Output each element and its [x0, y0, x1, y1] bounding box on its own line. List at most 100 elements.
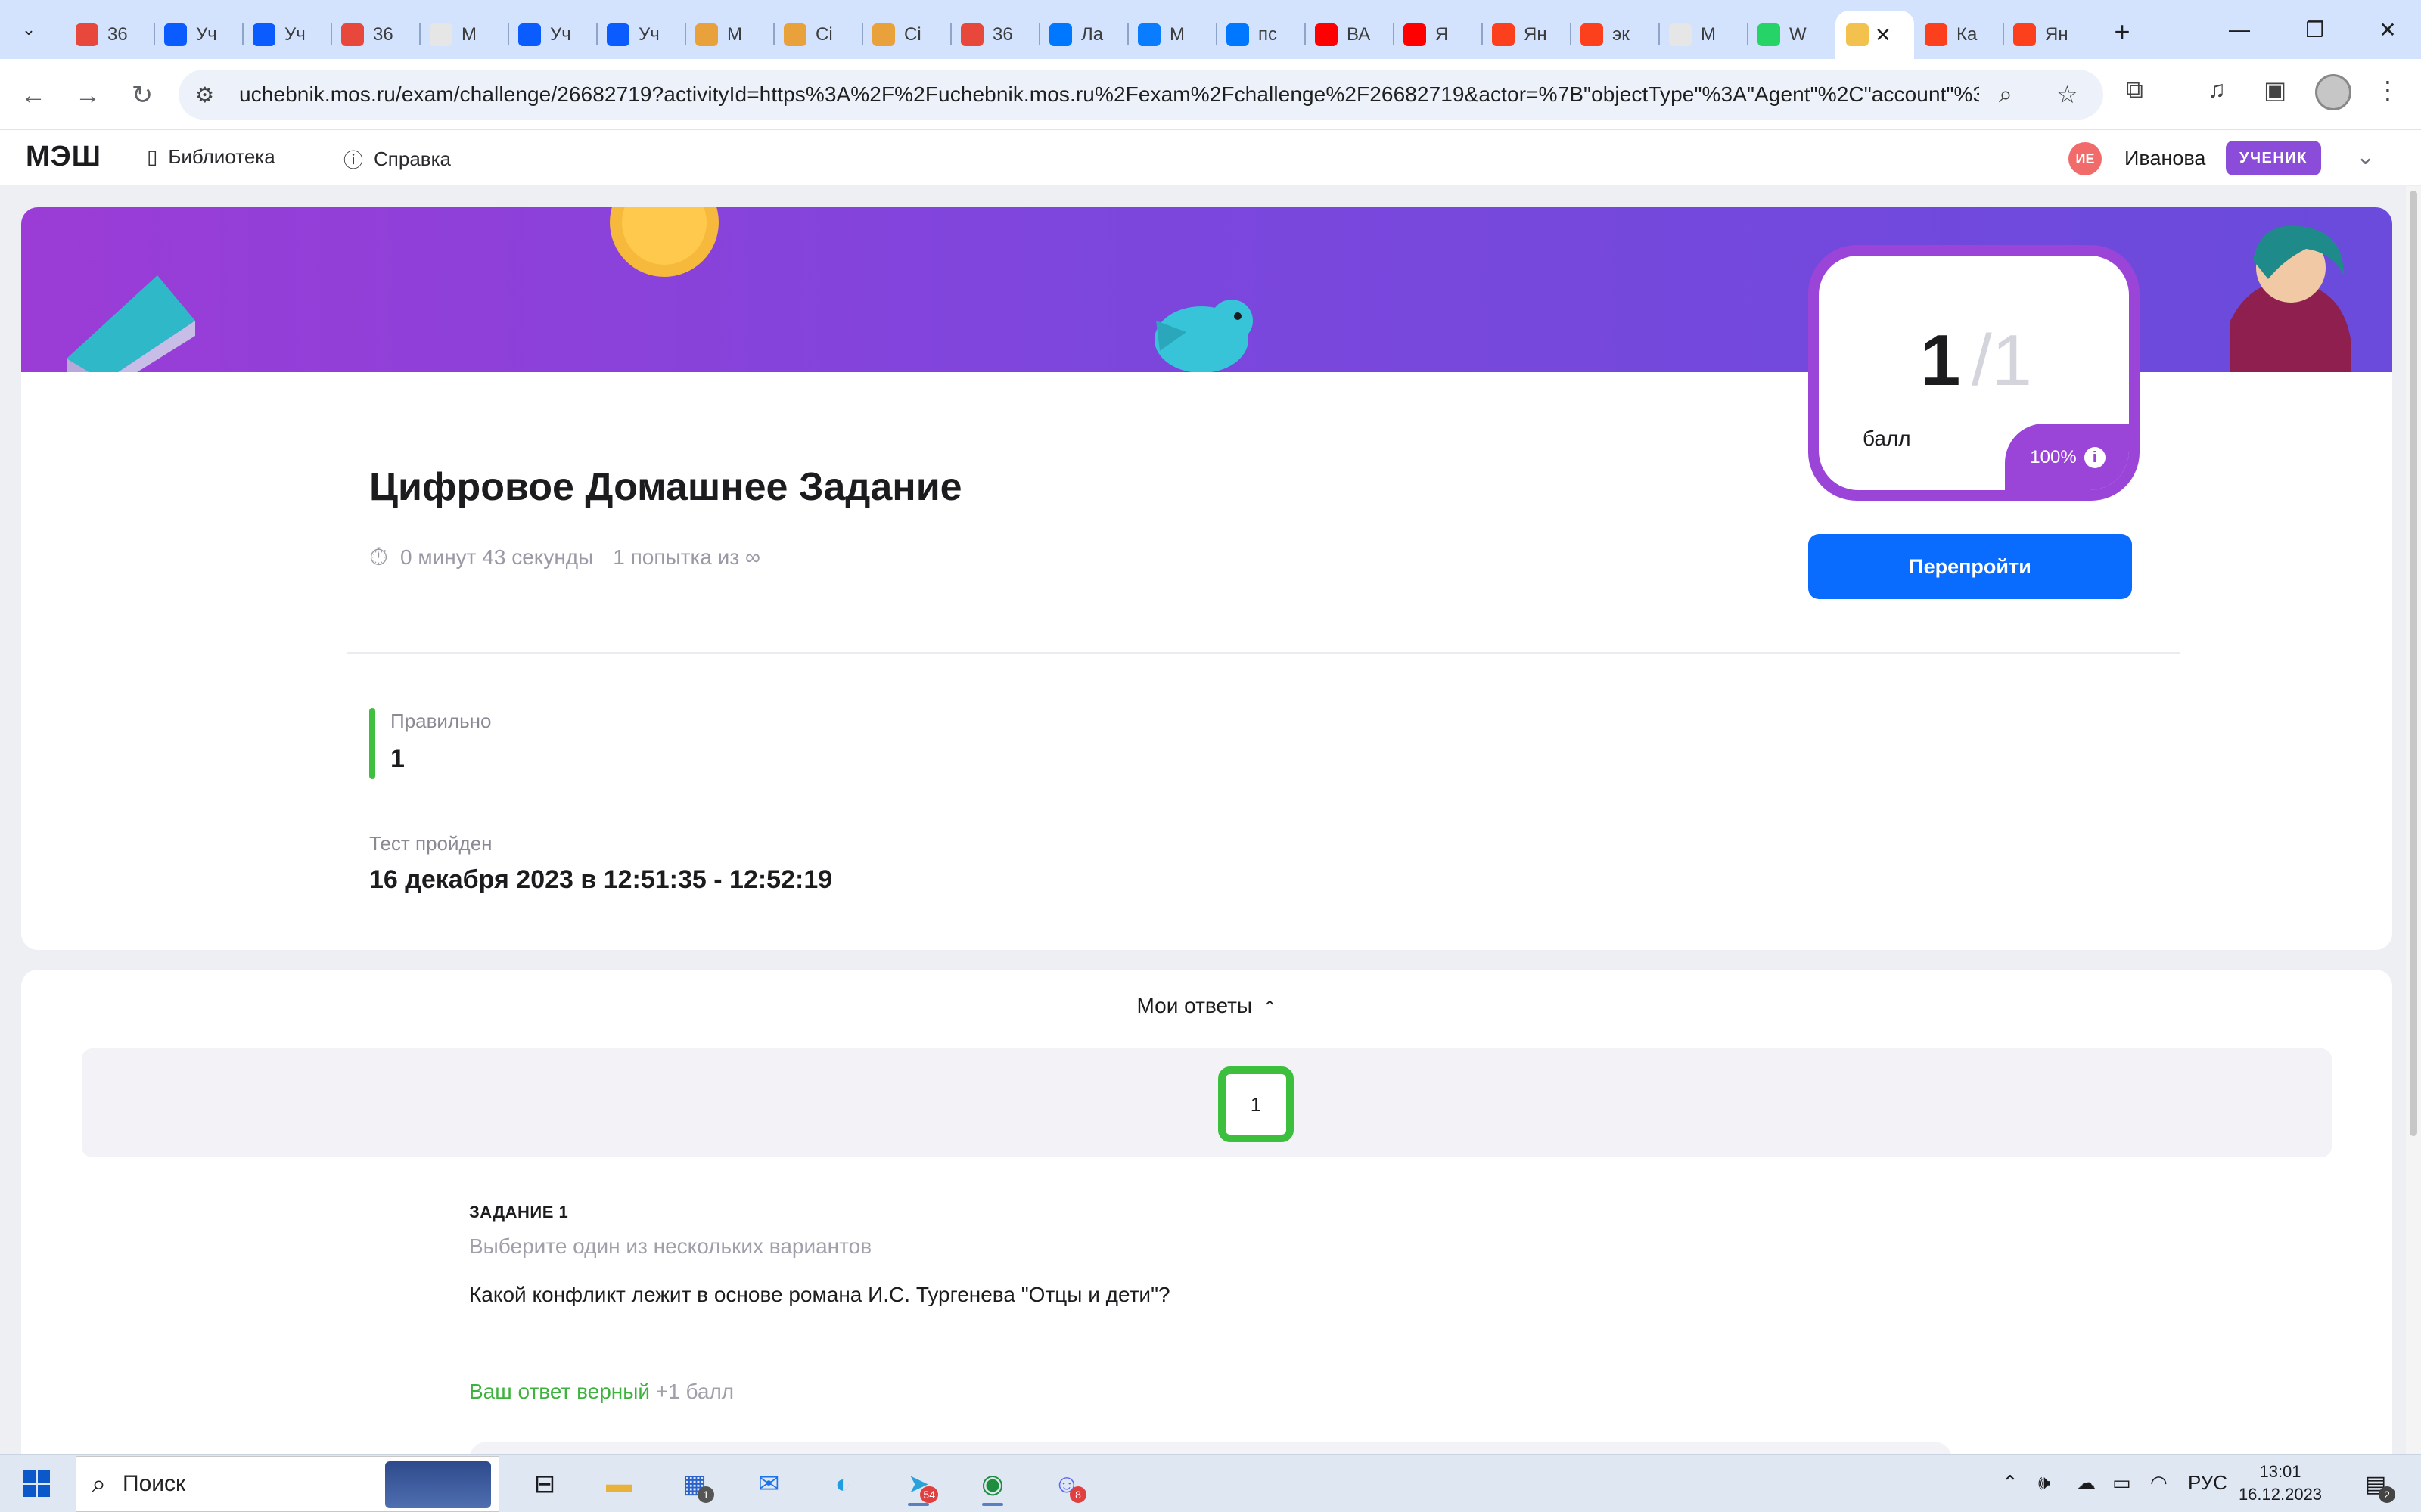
- tab-title: ВА: [1347, 24, 1371, 45]
- pushkin-illustration: [2230, 225, 2351, 372]
- address-bar[interactable]: ⚙ uchebnik.mos.ru/exam/challenge/2668271…: [179, 70, 2103, 120]
- tabs-container: 36 Уч Уч 36 М Уч Уч М Ci Ci 36 Ла Мпс ВА Я Ян эк М W ✕ Ка Ян: [65, 0, 2091, 59]
- user-name[interactable]: Иванова: [2124, 147, 2205, 170]
- side-panel-icon[interactable]: ▣: [2264, 76, 2286, 104]
- mesh-logo[interactable]: МЭШ: [26, 141, 101, 173]
- percent-tag[interactable]: 100% i: [2005, 424, 2129, 490]
- scrollbar-thumb[interactable]: [2410, 191, 2417, 1136]
- restore-button[interactable]: ❐: [2280, 0, 2350, 59]
- browser-tab[interactable]: Ка: [1914, 11, 2003, 59]
- nav-help[interactable]: ⓘ Справка: [343, 145, 451, 173]
- new-tab-button[interactable]: +: [2102, 11, 2143, 52]
- menu-dots-icon[interactable]: ⋮: [2376, 76, 2400, 104]
- browser-tab[interactable]: 36: [65, 11, 154, 59]
- browser-tab[interactable]: Уч: [242, 11, 331, 59]
- back-button[interactable]: ←: [12, 74, 54, 116]
- close-tab-icon[interactable]: ✕: [1875, 23, 1891, 47]
- tray-overflow-icon[interactable]: ⌃: [2002, 1471, 2019, 1495]
- discord-icon[interactable]: ☺ 8: [1044, 1462, 1089, 1506]
- tab-strip: ⌄ 36 Уч Уч 36 М Уч Уч М Ci Ci 36 Ла Мпс ВА Я Ян эк М W ✕ Ка Я…: [0, 0, 2421, 59]
- answers-toggle[interactable]: Мои ответы ⌃: [21, 994, 2392, 1018]
- mail-icon[interactable]: ✉: [746, 1462, 791, 1506]
- media-control-icon[interactable]: ♫: [2208, 76, 2226, 104]
- tab-title: эк: [1612, 24, 1630, 45]
- nav-library[interactable]: ▯ Библиотека: [147, 145, 275, 169]
- browser-tab[interactable]: Ян: [2003, 11, 2091, 59]
- question-chip[interactable]: 1: [1218, 1066, 1294, 1142]
- file-explorer-icon[interactable]: ▬: [596, 1462, 642, 1506]
- score-total: /1: [1972, 320, 2033, 401]
- language-indicator[interactable]: РУС: [2188, 1471, 2227, 1495]
- chevron-up-icon: ⌃: [1263, 998, 1277, 1017]
- volume-icon[interactable]: 🕪: [2038, 1471, 2050, 1495]
- chrome-icon[interactable]: ◉: [970, 1462, 1015, 1506]
- notifications-icon[interactable]: ▤ 2: [2353, 1462, 2398, 1506]
- browser-tab[interactable]: Ла: [1039, 11, 1127, 59]
- forward-button[interactable]: →: [67, 74, 109, 116]
- browser-tab[interactable]: ВА: [1304, 11, 1393, 59]
- vk-favicon-icon: [1226, 23, 1249, 46]
- retry-button[interactable]: Перепройти: [1808, 534, 2132, 599]
- start-button[interactable]: [23, 1470, 50, 1497]
- browser-tab[interactable]: Уч: [508, 11, 596, 59]
- taskbar-search[interactable]: ⌕ Поиск: [76, 1456, 499, 1512]
- info-icon[interactable]: i: [2084, 447, 2106, 468]
- task-number: ЗАДАНИЕ 1: [469, 1203, 569, 1222]
- taskbar-search-label: Поиск: [123, 1471, 186, 1496]
- browser-tab[interactable]: Я: [1393, 11, 1481, 59]
- test-meta: ⏱ 0 минут 43 секунды 1 попытка из ∞: [369, 543, 760, 572]
- tab-title: М: [727, 24, 742, 45]
- yandex-favicon-icon: [2013, 23, 2036, 46]
- yandex-mail-favicon-icon: [961, 23, 984, 46]
- browser-tab[interactable]: 36: [950, 11, 1039, 59]
- zoom-favicon-icon: [253, 23, 275, 46]
- chevron-down-icon[interactable]: ⌄: [2356, 144, 2375, 170]
- browser-tab[interactable]: М: [685, 11, 773, 59]
- url-text[interactable]: uchebnik.mos.ru/exam/challenge/26682719?…: [239, 82, 1979, 107]
- tab-search-button[interactable]: ⌄: [11, 11, 47, 48]
- cloud-icon[interactable]: ☁: [2076, 1471, 2096, 1495]
- yandex-mail-favicon-icon: [341, 23, 364, 46]
- close-window-button[interactable]: ✕: [2353, 0, 2421, 59]
- edge-icon[interactable]: ◐: [820, 1462, 866, 1506]
- telegram-icon[interactable]: ➤ 54: [896, 1462, 941, 1506]
- taskbar-clock[interactable]: 13:01 16.12.2023: [2227, 1461, 2333, 1506]
- browser-tab[interactable]: Ci: [862, 11, 950, 59]
- browser-tab[interactable]: W: [1747, 11, 1835, 59]
- nav-library-label: Библиотека: [168, 145, 275, 168]
- tab-title: М: [1701, 24, 1716, 45]
- notifications-badge: 2: [2379, 1486, 2395, 1503]
- browser-tab[interactable]: Уч: [154, 11, 242, 59]
- browser-tab[interactable]: Ян: [1481, 11, 1570, 59]
- store-icon[interactable]: ▦ 1: [672, 1462, 717, 1506]
- grid-favicon-icon: [784, 23, 806, 46]
- book-icon: ▯: [147, 145, 158, 168]
- minimize-button[interactable]: —: [2205, 0, 2274, 59]
- browser-tab[interactable]: ✕: [1835, 11, 1914, 59]
- search-highlight-image[interactable]: [385, 1461, 491, 1508]
- browser-tab[interactable]: 36: [331, 11, 419, 59]
- score-inner: 1 /1 балл 100% i: [1819, 256, 2129, 490]
- wifi-icon[interactable]: ◠: [2150, 1471, 2168, 1495]
- browser-tab[interactable]: Ci: [773, 11, 862, 59]
- site-info-icon[interactable]: ⚙: [195, 82, 225, 107]
- battery-icon[interactable]: ▭: [2112, 1471, 2131, 1495]
- browser-tab[interactable]: М: [1127, 11, 1216, 59]
- reload-button[interactable]: ↻: [121, 74, 163, 116]
- browser-tab[interactable]: пс: [1216, 11, 1304, 59]
- bookmark-star-icon[interactable]: ☆: [2056, 80, 2078, 109]
- user-avatar[interactable]: ИЕ: [2068, 142, 2102, 175]
- zoom-icon[interactable]: ⌕: [1999, 80, 2012, 109]
- test-duration: 0 минут 43 секунды: [399, 545, 594, 569]
- store-badge: 1: [698, 1486, 714, 1503]
- browser-tab[interactable]: М: [419, 11, 508, 59]
- browser-tab[interactable]: эк: [1570, 11, 1658, 59]
- profile-avatar[interactable]: [2315, 74, 2351, 110]
- extensions-icon[interactable]: ⧉: [2126, 76, 2143, 104]
- task-view-icon[interactable]: ⊟: [522, 1462, 567, 1506]
- browser-tab[interactable]: М: [1658, 11, 1747, 59]
- browser-tab[interactable]: Уч: [596, 11, 685, 59]
- book-favicon-icon: [1846, 23, 1869, 46]
- answers-section: Мои ответы ⌃ 1 ЗАДАНИЕ 1 Выберите один из…: [21, 970, 2392, 1454]
- page-scrollbar[interactable]: [2406, 186, 2421, 1454]
